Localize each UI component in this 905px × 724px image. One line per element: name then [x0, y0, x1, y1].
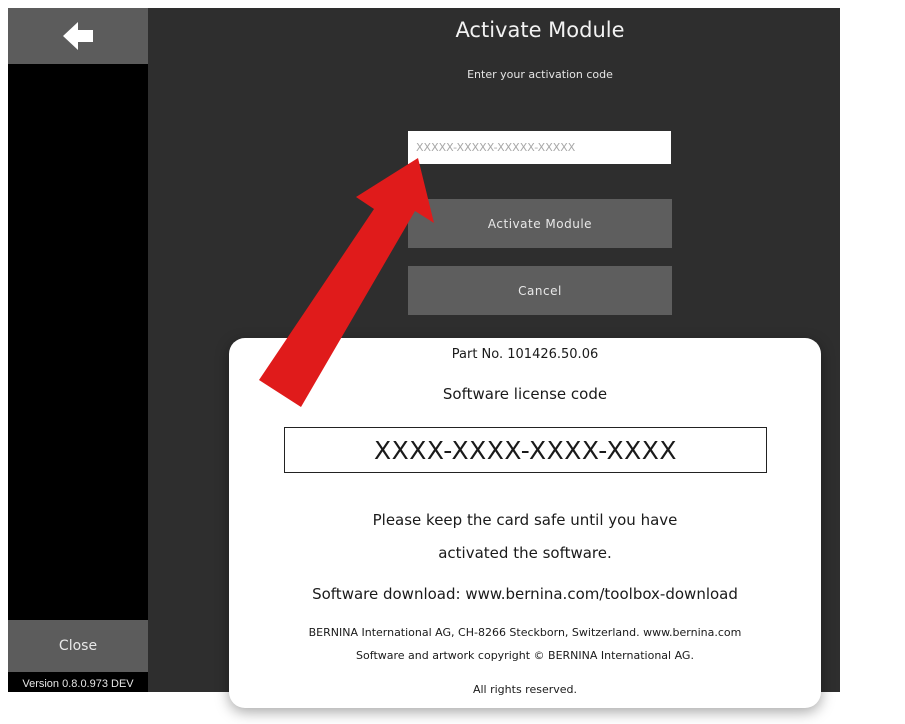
keep-card-text-line2: activated the software. [438, 544, 612, 562]
license-code-label: Software license code [442, 385, 608, 403]
sidebar [8, 8, 148, 692]
dialog-subtitle: Enter your activation code [467, 68, 613, 81]
part-number: Part No. 101426.50.06 [451, 347, 599, 362]
cancel-button[interactable]: Cancel [408, 266, 672, 315]
activate-module-button[interactable]: Activate Module [408, 199, 672, 248]
activation-code-input[interactable] [408, 131, 671, 164]
company-info: BERNINA International AG, CH-8266 Steckb… [308, 626, 742, 639]
keep-card-text-line1: Please keep the card safe until you have [372, 511, 678, 529]
download-info: Software download: www.bernina.com/toolb… [312, 585, 738, 603]
arrow-left-icon [63, 22, 93, 50]
license-code: XXXX-XXXX-XXXX-XXXX [284, 427, 767, 473]
back-button[interactable] [8, 8, 148, 64]
close-button[interactable]: Close [8, 620, 148, 672]
rights-info: All rights reserved. [472, 683, 578, 696]
dialog-title: Activate Module [455, 18, 625, 42]
license-card: Part No. 101426.50.06 Software license c… [229, 338, 821, 708]
version-label: Version 0.8.0.973 DEV [22, 678, 134, 690]
copyright-info: Software and artwork copyright © BERNINA… [356, 649, 694, 662]
